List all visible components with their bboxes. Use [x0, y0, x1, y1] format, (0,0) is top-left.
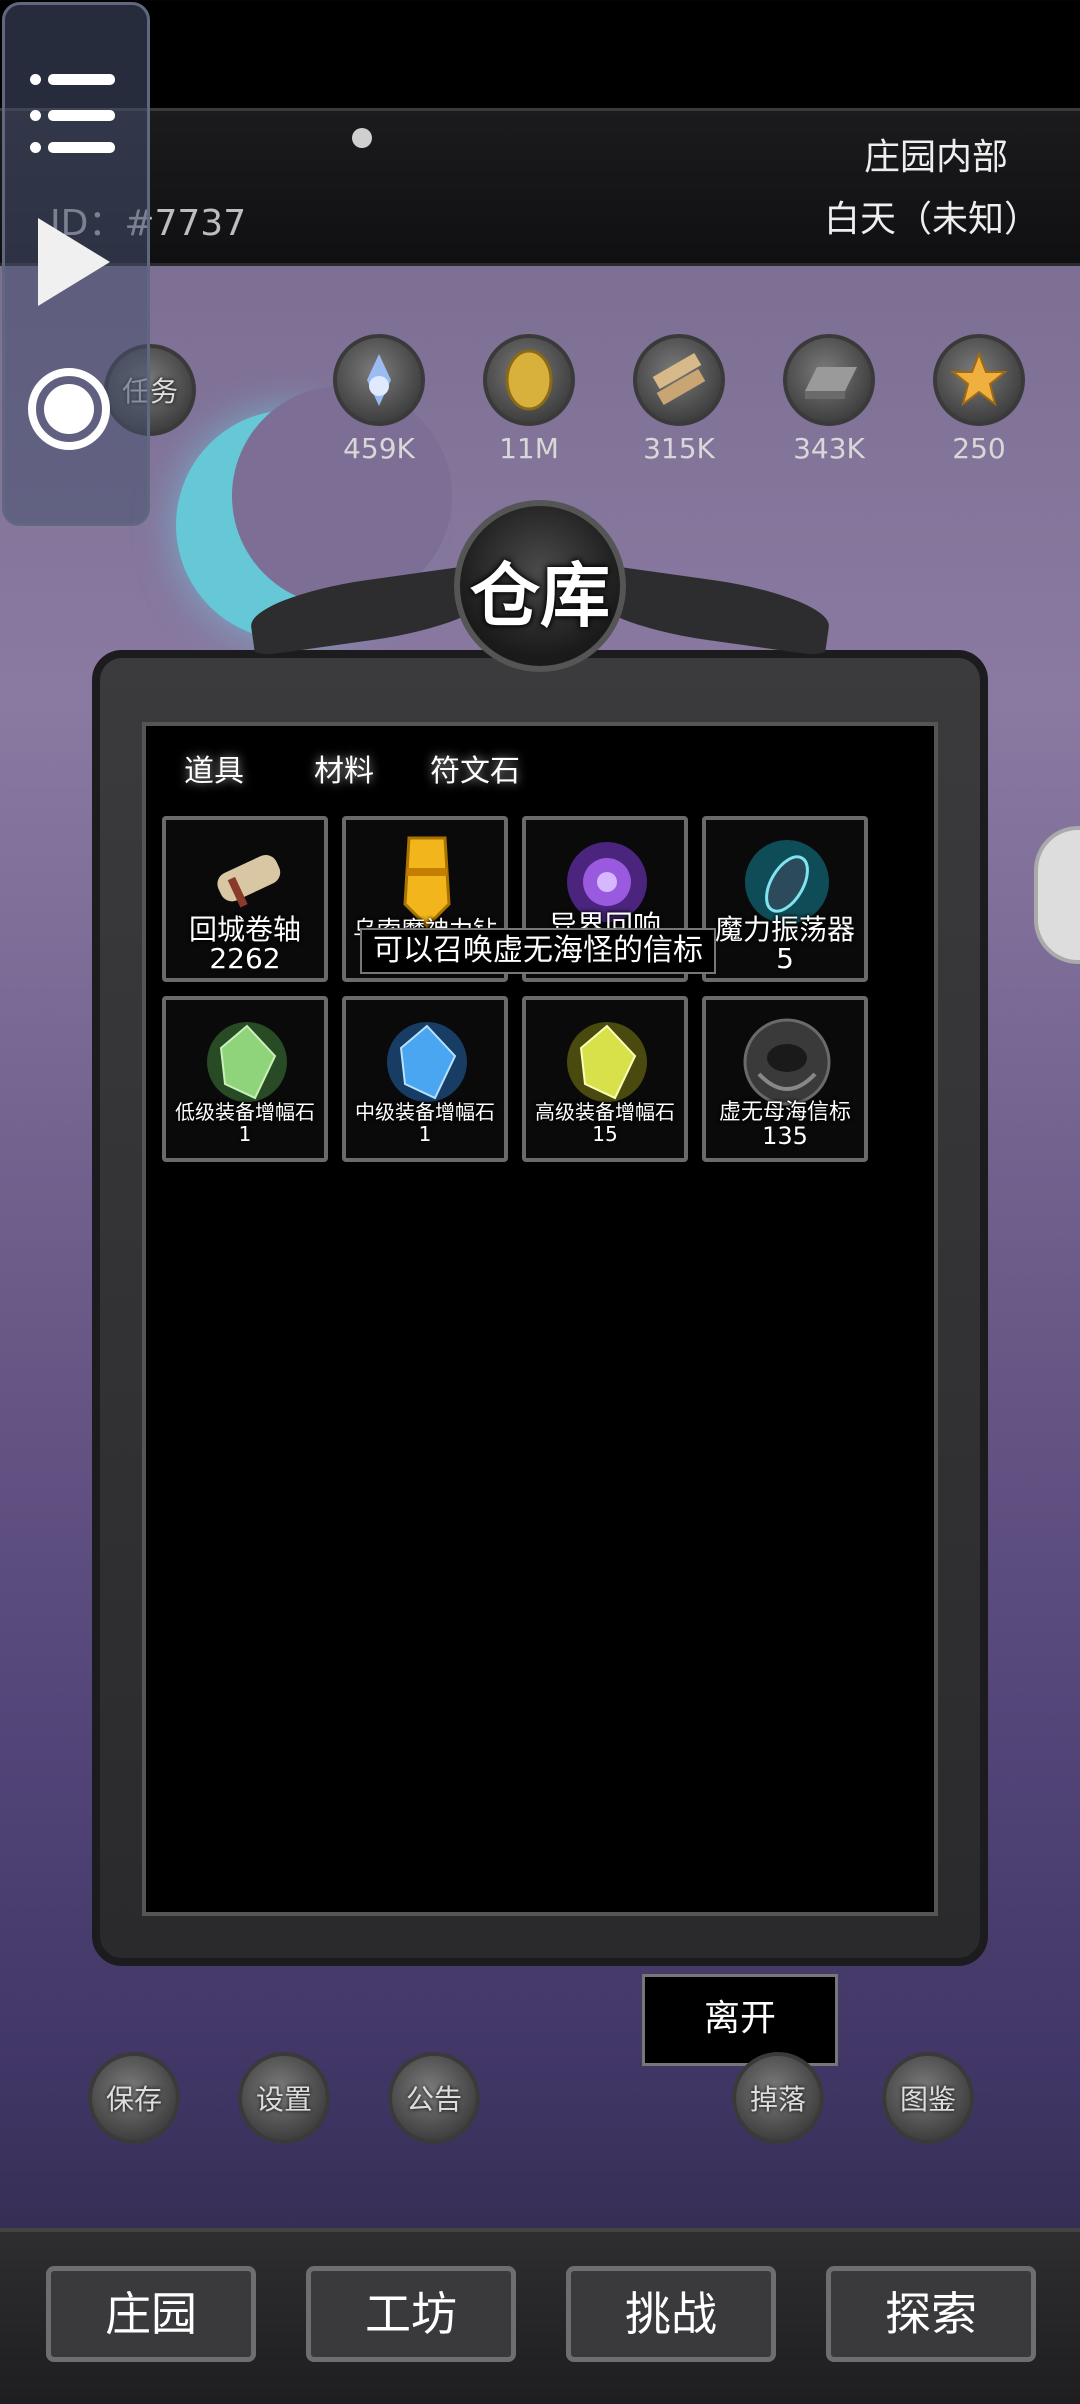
time-label: 白天（未知） [823, 199, 1040, 240]
item-slot[interactable]: 中级装备增幅石 1 [342, 996, 508, 1162]
menu-icon-line [48, 74, 115, 85]
iron-value: 343K [793, 432, 865, 465]
drops-button-label: 掉落 [749, 2083, 806, 2116]
leave-button[interactable]: 离开 [642, 1974, 838, 2066]
star-icon[interactable] [933, 334, 1025, 426]
item-slot[interactable]: 虚无母海信标 135 [702, 996, 868, 1162]
location-label: 庄园内部 [863, 137, 1008, 178]
tab-materials[interactable]: 材料 [314, 746, 374, 790]
item-quantity: 2262 [209, 942, 281, 975]
nav-explore[interactable]: 探索 [826, 2266, 1036, 2362]
gold-value: 11M [499, 432, 559, 465]
record-icon-center [44, 384, 94, 434]
codex-button-label: 图鉴 [899, 2083, 956, 2116]
save-button-label: 保存 [105, 2083, 162, 2116]
menu-icon-line [48, 110, 115, 121]
item-slot[interactable]: 低级装备增幅石 1 [162, 996, 328, 1162]
item-quantity: 135 [762, 1122, 808, 1150]
item-name: 低级装备增幅石 [175, 1100, 315, 1124]
item-name: 中级装备增幅石 [355, 1100, 495, 1124]
play-icon[interactable] [38, 218, 110, 306]
item-quantity: 1 [238, 1122, 252, 1146]
drops-button[interactable]: 掉落 [732, 2052, 824, 2144]
warehouse-title: 仓库 [470, 555, 610, 637]
announcement-button[interactable]: 公告 [388, 2052, 480, 2144]
side-avatar-button[interactable] [1034, 826, 1080, 964]
mana-value: 459K [343, 432, 415, 465]
menu-icon-dot [30, 142, 41, 153]
item-name: 高级装备增幅石 [535, 1100, 675, 1124]
mana-crystal-icon[interactable] [333, 334, 425, 426]
iron-ingot-icon[interactable] [783, 334, 875, 426]
menu-icon[interactable] [30, 74, 41, 85]
menu-icon-line [48, 142, 115, 153]
item-quantity: 1 [418, 1122, 432, 1146]
item-quantity: 15 [592, 1122, 618, 1146]
settings-button-label: 设置 [255, 2083, 312, 2116]
wood-value: 315K [643, 432, 715, 465]
item-slot[interactable]: 高级装备增幅石 15 [522, 996, 688, 1162]
save-button[interactable]: 保存 [88, 2052, 180, 2144]
tab-items[interactable]: 道具 [184, 746, 244, 790]
wood-planks-icon[interactable] [633, 334, 725, 426]
gold-coin-icon[interactable] [483, 334, 575, 426]
nav-workshop[interactable]: 工坊 [306, 2266, 516, 2362]
nav-challenge[interactable]: 挑战 [566, 2266, 776, 2362]
announcement-button-label: 公告 [405, 2083, 462, 2116]
item-slot[interactable]: 回城卷轴 2262 [162, 816, 328, 982]
star-value: 250 [952, 432, 1006, 465]
item-quantity: 5 [776, 942, 794, 975]
nav-manor[interactable]: 庄园 [46, 2266, 256, 2362]
item-tooltip: 可以召唤虚无海怪的信标 [360, 928, 716, 974]
settings-button[interactable]: 设置 [238, 2052, 330, 2144]
item-slot[interactable]: 魔力振荡器 5 [702, 816, 868, 982]
menu-icon-dot [30, 110, 41, 121]
codex-button[interactable]: 图鉴 [882, 2052, 974, 2144]
tab-runestones[interactable]: 符文石 [430, 746, 520, 790]
indicator-dot [352, 128, 372, 148]
